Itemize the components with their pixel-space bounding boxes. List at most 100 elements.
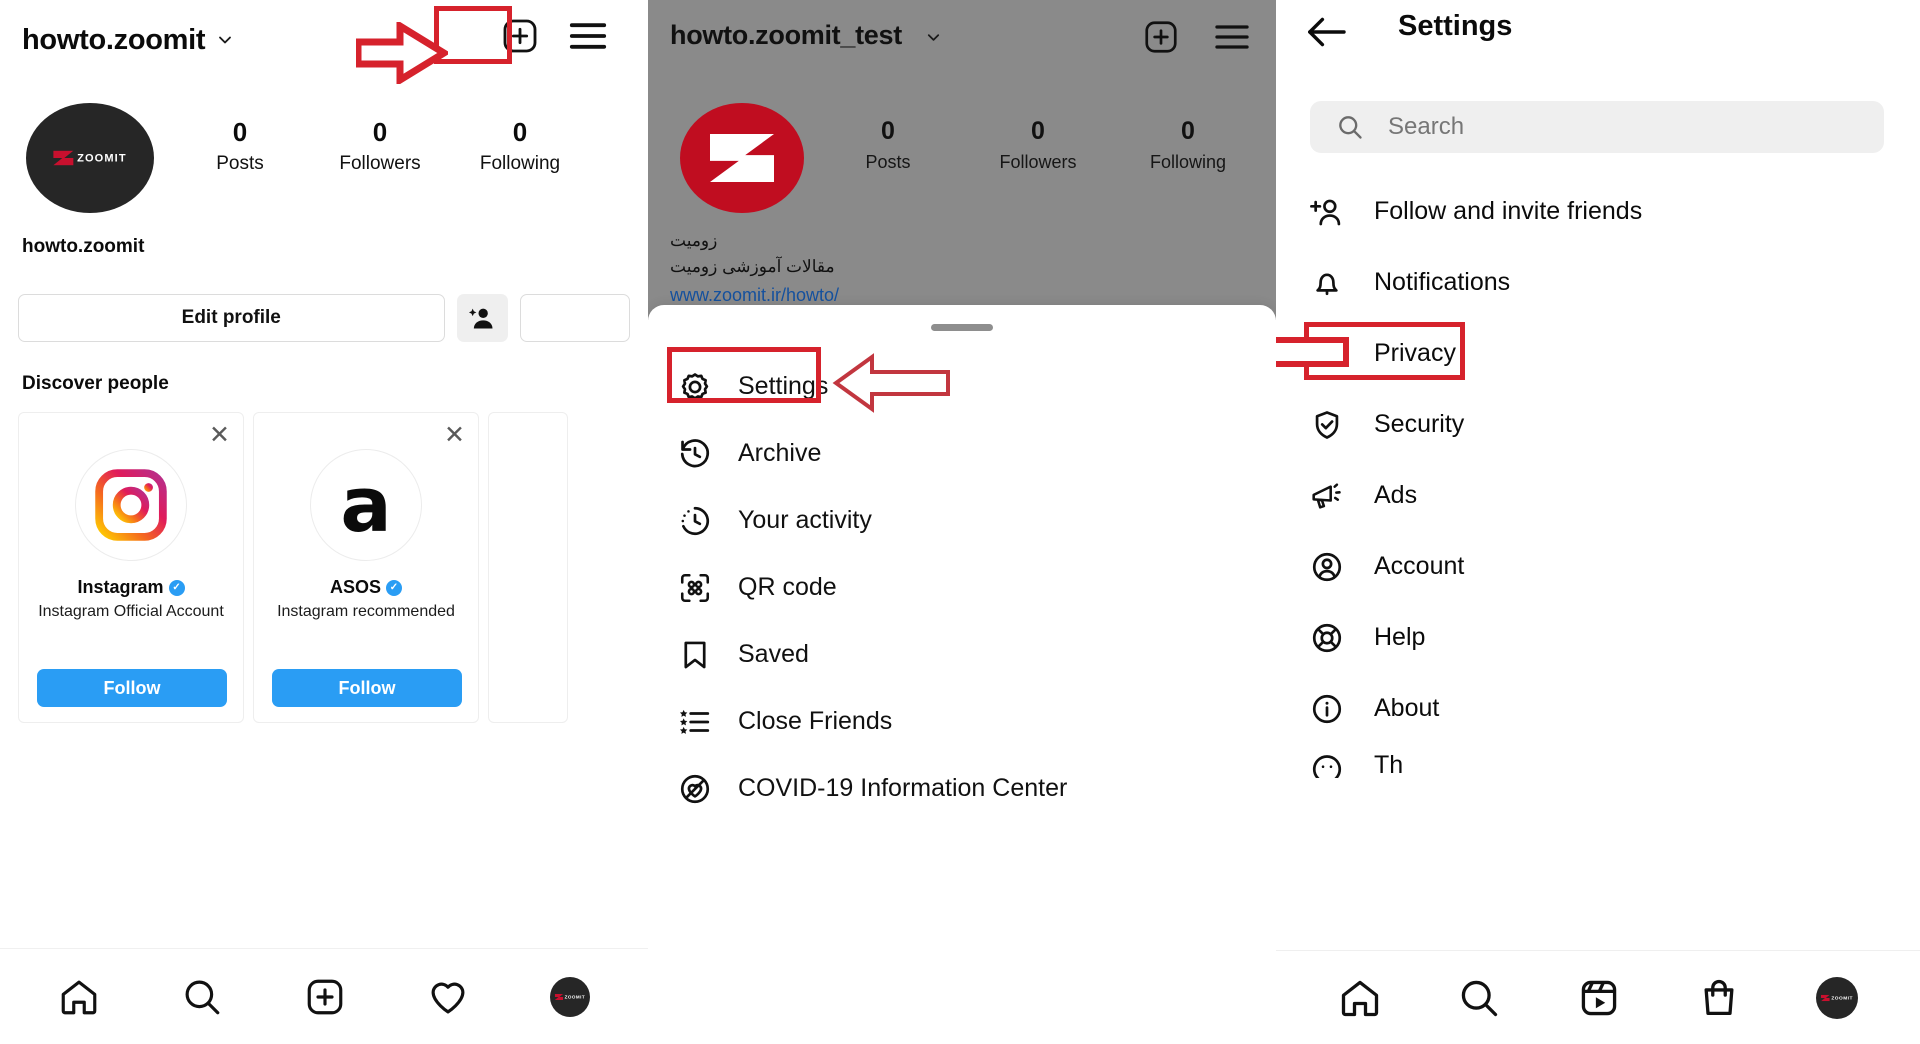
hamburger-menu-icon[interactable] <box>1212 20 1252 54</box>
profile-username[interactable]: howto.zoomit <box>22 24 206 57</box>
discover-card[interactable]: ✕ Instagram ✓ Instagram Official Account… <box>18 412 244 723</box>
page-title: Settings <box>1398 10 1513 42</box>
settings-item-label: Account <box>1374 552 1465 580</box>
profile-avatar-icon[interactable]: ZOOMIT <box>1816 976 1859 1019</box>
search-icon[interactable] <box>1457 976 1501 1020</box>
stat-following[interactable]: 0 Following <box>450 118 590 175</box>
menu-item-label: Close Friends <box>738 707 893 735</box>
profile-menu-sheet: Settings Archive Your activity QR code S… <box>648 305 1276 1044</box>
profile-bio-line-1: زومیت <box>670 231 718 250</box>
settings-item-about[interactable]: About <box>1276 673 1920 744</box>
profile-avatar[interactable]: ZOOMIT <box>26 103 154 213</box>
hamburger-menu-icon[interactable] <box>566 18 610 54</box>
edit-profile-button[interactable]: Edit profile <box>18 294 445 342</box>
reels-icon[interactable] <box>1577 976 1621 1020</box>
settings-item-label: Security <box>1374 410 1465 438</box>
secondary-action-button[interactable] <box>520 294 630 342</box>
panel-profile-menu: howto.zoomit_test 0 Posts 0 Followers 0 … <box>648 0 1276 1044</box>
search-input[interactable]: Search <box>1310 101 1884 153</box>
panel-profile: howto.zoomit ZOOMIT 0 Posts 0 Followers … <box>0 0 648 1044</box>
close-icon[interactable]: ✕ <box>444 423 465 448</box>
settings-item-security[interactable]: Security <box>1276 389 1920 460</box>
stat-posts[interactable]: 0 Posts <box>813 117 963 173</box>
stat-followers[interactable]: 0 Followers <box>310 118 450 175</box>
settings-item-partial[interactable]: Th <box>1310 752 1403 778</box>
discover-people-list: ✕ Instagram ✓ Instagram Official Account… <box>18 412 568 723</box>
stat-followers[interactable]: 0 Followers <box>963 117 1113 173</box>
discover-card[interactable]: ✕ a ASOS ✓ Instagram recommended Follow <box>253 412 479 723</box>
settings-item-label: About <box>1374 694 1440 722</box>
menu-item-qr-code[interactable]: QR code <box>648 554 1276 621</box>
settings-item-account[interactable]: Account <box>1276 531 1920 602</box>
home-icon[interactable] <box>1338 976 1382 1020</box>
menu-item-saved[interactable]: Saved <box>648 621 1276 688</box>
search-placeholder: Search <box>1388 113 1465 140</box>
menu-item-label: Saved <box>738 640 809 668</box>
chevron-down-icon[interactable] <box>924 28 943 47</box>
archive-clock-icon <box>678 437 712 471</box>
home-icon[interactable] <box>58 976 100 1018</box>
discover-card-subtitle: Instagram recommended <box>277 603 455 620</box>
instagram-logo-icon <box>75 449 187 561</box>
info-circle-icon <box>1310 692 1344 726</box>
follow-button[interactable]: Follow <box>272 669 462 707</box>
chevron-down-icon[interactable] <box>215 30 235 50</box>
settings-item-ads[interactable]: Ads <box>1276 460 1920 531</box>
menu-item-close-friends[interactable]: Close Friends <box>648 688 1276 755</box>
close-icon[interactable]: ✕ <box>209 423 230 448</box>
stat-following[interactable]: 0 Following <box>1113 117 1263 173</box>
profile-avatar-icon[interactable]: ZOOMIT <box>549 976 590 1017</box>
search-icon[interactable] <box>181 976 223 1018</box>
heart-icon[interactable] <box>427 976 469 1018</box>
discover-people-title: Discover people <box>22 373 169 394</box>
menu-item-your-activity[interactable]: Your activity <box>648 487 1276 554</box>
tutorial-screenshot-composite: howto.zoomit ZOOMIT 0 Posts 0 Followers … <box>0 0 1920 1044</box>
verified-badge-icon: ✓ <box>168 579 185 596</box>
profile-header: howto.zoomit_test <box>648 14 1276 60</box>
covid-info-icon <box>678 772 712 806</box>
panel-settings: Settings Search Follow and invite friend… <box>1276 0 1920 1044</box>
profile-actions: Edit profile <box>18 294 630 342</box>
menu-item-label: COVID-19 Information Center <box>738 774 1068 802</box>
add-person-icon[interactable] <box>456 294 509 342</box>
profile-avatar[interactable] <box>680 103 804 213</box>
settings-item-label: Ads <box>1374 481 1418 509</box>
verified-badge-icon: ✓ <box>386 579 402 596</box>
hamburger-menu-highlight <box>434 6 512 64</box>
stat-posts[interactable]: 0 Posts <box>170 118 310 175</box>
profile-header: howto.zoomit <box>22 14 628 66</box>
bell-icon <box>1310 266 1344 300</box>
settings-item-help[interactable]: Help <box>1276 602 1920 673</box>
follow-button[interactable]: Follow <box>37 669 227 707</box>
menu-item-archive[interactable]: Archive <box>648 420 1276 487</box>
shop-bag-icon[interactable] <box>1697 976 1741 1020</box>
back-arrow-icon[interactable] <box>1304 14 1348 50</box>
profile-website-link[interactable]: www.zoomit.ir/howto/ <box>670 285 839 306</box>
settings-item-notifications[interactable]: Notifications <box>1276 247 1920 318</box>
profile-stats: 0 Posts 0 Followers 0 Following <box>170 118 590 175</box>
bottom-nav-bar: ZOOMIT <box>1276 950 1920 1044</box>
add-post-icon[interactable] <box>304 976 346 1018</box>
qr-code-icon <box>678 571 712 605</box>
add-person-icon <box>1310 195 1344 229</box>
activity-clock-icon <box>678 504 712 538</box>
sheet-grabber-handle[interactable] <box>931 324 993 331</box>
settings-list: Follow and invite friends Notifications <box>1276 176 1920 744</box>
profile-bio-line-2: مقالات آموزشی زومیت <box>670 257 835 277</box>
settings-item-highlight <box>667 347 821 403</box>
discover-card-subtitle: Instagram Official Account <box>38 603 224 620</box>
profile-header-actions <box>1142 18 1252 56</box>
menu-item-covid-information-center[interactable]: COVID-19 Information Center <box>648 755 1276 822</box>
search-icon <box>1336 113 1364 141</box>
add-post-icon[interactable] <box>1142 18 1180 56</box>
zoomit-logo-icon <box>710 134 774 182</box>
menu-item-label: Your activity <box>738 506 872 534</box>
profile-username[interactable]: howto.zoomit_test <box>670 20 902 51</box>
menu-item-label: QR code <box>738 573 837 601</box>
settings-item-follow-and-invite-friends[interactable]: Follow and invite friends <box>1276 176 1920 247</box>
bookmark-icon <box>678 638 712 672</box>
profile-display-name: howto.zoomit <box>22 236 145 257</box>
zoomit-logo-icon: ZOOMIT <box>53 150 126 166</box>
menu-item-label: Archive <box>738 439 822 467</box>
discover-card-partial[interactable] <box>488 412 568 723</box>
